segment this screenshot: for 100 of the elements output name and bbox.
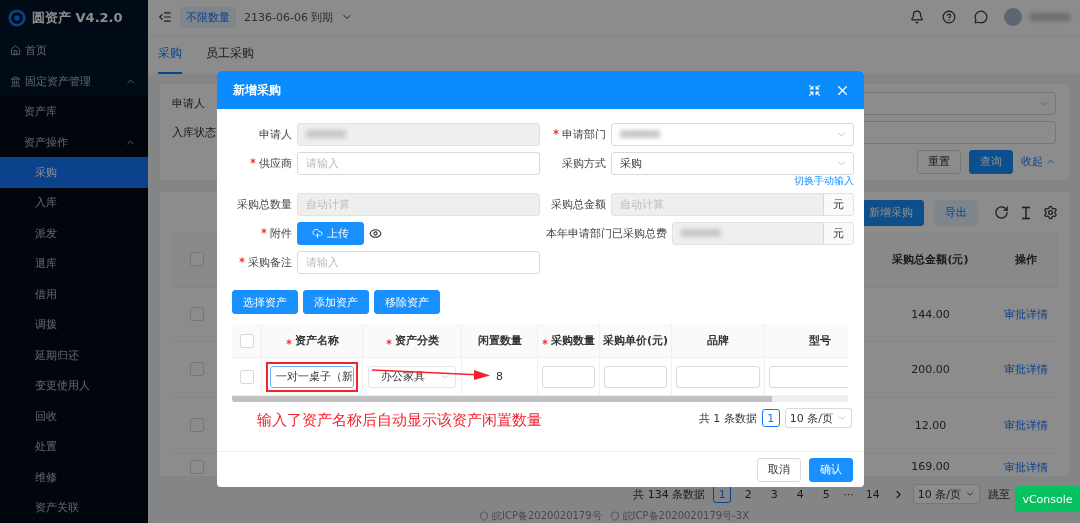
page-ellipsis[interactable]: ··· — [843, 487, 854, 501]
page-number[interactable]: 3 — [765, 485, 784, 503]
help-icon[interactable] — [942, 10, 956, 25]
required-icon — [285, 338, 292, 345]
jump-label: 跳至 — [988, 486, 1010, 502]
sidebar-item[interactable]: 回收 — [0, 401, 148, 432]
field-label: 采购方式 — [561, 155, 606, 171]
page-size-select[interactable]: 10 条/页 — [912, 484, 980, 504]
column-header: 采购单价(元) — [600, 324, 672, 358]
checkbox[interactable] — [239, 369, 254, 384]
column-height-icon[interactable] — [1019, 205, 1033, 220]
page-size-select[interactable]: 10 条/页 — [784, 408, 852, 428]
annotation-text: 输入了资产名称后自动显示该资产闲置数量 — [257, 411, 542, 430]
checkbox[interactable] — [239, 333, 254, 348]
field-label: 附件 — [232, 225, 292, 241]
redacted-name — [1030, 13, 1070, 22]
sidebar-item[interactable]: 退库 — [0, 248, 148, 280]
column-header: 品牌 — [672, 324, 765, 358]
settings-icon[interactable] — [1043, 205, 1058, 221]
total-count: 共 134 条数据 — [633, 486, 706, 502]
input-field[interactable]: 请输入 — [297, 151, 540, 175]
upload-button[interactable]: 上传 — [297, 221, 364, 245]
refresh-icon[interactable] — [994, 205, 1009, 221]
field-label: 申请人 — [258, 126, 292, 142]
field-label: 本年申请部门已采购总费 — [546, 225, 667, 241]
shield-icon — [609, 511, 620, 521]
switch-link[interactable]: 切换手动输入 — [794, 175, 854, 187]
sidebar-item[interactable]: 首页 — [0, 35, 148, 66]
column-header: 资产分类 — [363, 324, 462, 358]
redacted-value — [620, 130, 660, 138]
chevron-down-icon — [837, 413, 847, 423]
dialog-button[interactable]: 确认 — [809, 457, 853, 482]
app-logo: 圆资产 V4.2.0 — [32, 8, 123, 27]
page-tab[interactable]: 采购 — [158, 44, 182, 74]
field-label: 采购总金额 — [550, 196, 606, 212]
chat-icon[interactable] — [974, 10, 988, 25]
eye-icon[interactable] — [369, 226, 382, 240]
plan-badge: 不限数量 — [180, 6, 236, 28]
sidebar-item[interactable]: 调拨 — [0, 309, 148, 341]
scrollbar[interactable] — [232, 396, 772, 402]
page-number[interactable]: 2 — [739, 485, 758, 503]
input-field[interactable]: 一对一桌子（新 — [270, 365, 354, 388]
sidebar-item[interactable]: 维修 — [0, 461, 148, 493]
sidebar-item[interactable]: 变更使用人 — [0, 370, 148, 401]
sidebar-item[interactable]: 资产库 — [0, 96, 148, 127]
page-number[interactable]: 5 — [817, 485, 836, 503]
collapse-link[interactable]: 收起 — [1021, 154, 1056, 170]
sidebar-item[interactable]: 借用 — [0, 279, 148, 310]
logo-icon — [8, 8, 26, 27]
filter-label: 入库状态 — [172, 125, 216, 140]
field-label: 采购备注 — [232, 254, 292, 270]
total-count: 共 1 条数据 — [698, 410, 757, 426]
page-number[interactable]: 1 — [761, 409, 780, 427]
page-tab[interactable]: 员工采购 — [206, 44, 254, 74]
upload-icon — [312, 227, 323, 239]
toolbar-button[interactable]: 导出 — [934, 199, 978, 226]
sidebar-item[interactable]: 固定资产管理 — [0, 65, 148, 97]
required-icon — [250, 157, 256, 164]
select-field[interactable]: 办公家具 — [368, 365, 456, 388]
shield-icon — [479, 511, 489, 521]
required-icon — [261, 227, 267, 234]
input-field[interactable] — [542, 365, 595, 388]
sidebar-item[interactable]: 资产操作 — [0, 126, 148, 158]
required-icon — [239, 256, 245, 263]
input-field[interactable] — [769, 365, 848, 388]
avatar[interactable] — [1004, 8, 1022, 27]
input-field[interactable] — [604, 365, 667, 388]
column-header: 闲置数量 — [462, 324, 538, 358]
select-field[interactable] — [611, 122, 854, 146]
sidebar-item[interactable]: 派发 — [0, 218, 148, 249]
chevron-down-icon — [965, 489, 975, 499]
sidebar-item[interactable]: 资产关联 — [0, 492, 148, 523]
sidebar-item[interactable]: 采购 — [0, 157, 148, 188]
action-button[interactable]: 添加资产 — [303, 290, 369, 314]
input-field[interactable] — [676, 365, 760, 388]
action-button[interactable]: 选择资产 — [232, 290, 298, 314]
sidebar-item[interactable]: 延期归还 — [0, 340, 148, 371]
field-label: 申请部门 — [546, 126, 606, 142]
dialog-button[interactable]: 取消 — [757, 457, 801, 482]
bank-icon — [10, 75, 21, 87]
filter-button[interactable]: 查询 — [969, 149, 1013, 174]
column-header: 采购数量 — [538, 324, 600, 358]
column-header: 型号 — [765, 324, 848, 358]
required-icon — [553, 128, 559, 135]
sidebar-item[interactable]: 入库 — [0, 187, 148, 219]
input-field[interactable]: 请输入 — [297, 250, 540, 274]
vconsole-button[interactable]: vConsole — [1015, 486, 1080, 512]
menu-icon[interactable] — [158, 10, 172, 25]
home-icon — [10, 45, 21, 57]
filter-button[interactable]: 重置 — [917, 149, 961, 174]
field-label: 采购总数量 — [236, 196, 292, 212]
shrink-icon[interactable] — [808, 83, 821, 97]
page-number[interactable]: 4 — [791, 485, 810, 503]
expiry-text: 2136-06-06 到期 — [244, 9, 334, 25]
action-button[interactable]: 移除资产 — [374, 290, 440, 314]
select-field[interactable]: 采购 — [611, 151, 854, 175]
page-number[interactable]: 14 — [861, 485, 884, 503]
sidebar-item[interactable]: 处置 — [0, 431, 148, 462]
bell-icon[interactable] — [910, 10, 924, 25]
redacted-value — [681, 229, 721, 237]
